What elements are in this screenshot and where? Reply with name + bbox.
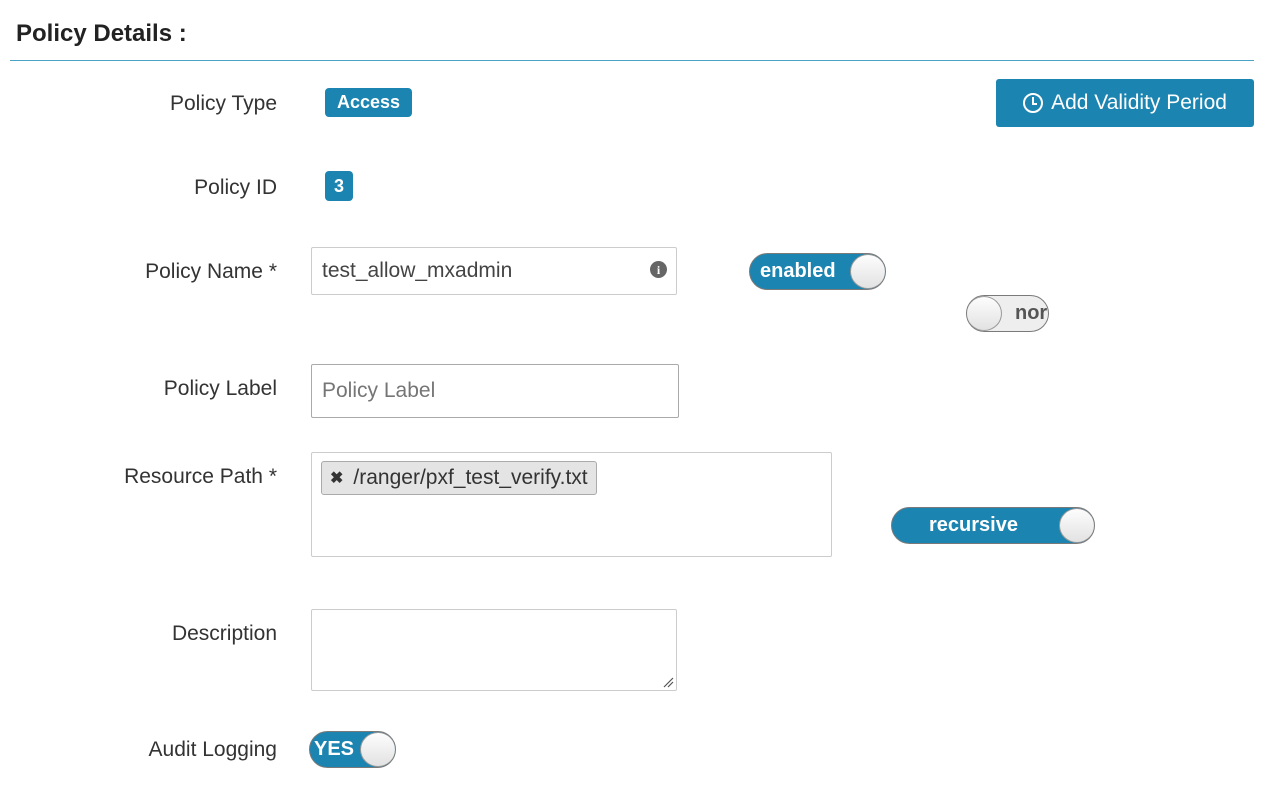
override-toggle-knob: [967, 296, 1002, 331]
section-title: Policy Details :: [16, 20, 187, 47]
audit-logging-toggle[interactable]: YES: [309, 731, 396, 768]
close-icon[interactable]: ✖: [330, 468, 343, 488]
description-label: Description: [171, 622, 277, 645]
add-validity-period-button[interactable]: Add Validity Period: [996, 79, 1254, 127]
policy-id-badge: 3: [325, 171, 353, 201]
recursive-toggle-knob: [1059, 508, 1094, 543]
resource-path-label: Resource Path *: [124, 465, 277, 488]
audit-logging-toggle-label: YES: [314, 738, 355, 760]
override-toggle-label: nor: [1015, 302, 1048, 324]
policy-name-value: test_allow_mxadmin: [322, 259, 513, 282]
policy-name-label: Policy Name *: [145, 260, 277, 283]
audit-logging-toggle-knob: [360, 732, 395, 767]
policy-label-input[interactable]: [311, 364, 679, 418]
recursive-toggle[interactable]: recursive: [891, 507, 1095, 544]
policy-type-label: Policy Type: [170, 92, 277, 115]
recursive-toggle-label: recursive: [929, 514, 1018, 536]
resource-path-tag: ✖ /ranger/pxf_test_verify.txt: [321, 461, 597, 495]
section-divider: [10, 60, 1254, 61]
override-toggle[interactable]: nor: [966, 295, 1049, 332]
resource-path-input[interactable]: ✖ /ranger/pxf_test_verify.txt: [311, 452, 832, 557]
info-icon[interactable]: i: [650, 261, 667, 278]
policy-type-badge: Access: [325, 88, 412, 117]
enabled-toggle-label: enabled: [760, 260, 836, 282]
enabled-toggle[interactable]: enabled: [749, 253, 886, 290]
policy-label-label: Policy Label: [163, 377, 277, 400]
add-validity-period-label: Add Validity Period: [1051, 91, 1227, 114]
audit-logging-label: Audit Logging: [148, 738, 277, 761]
resource-path-tag-label: /ranger/pxf_test_verify.txt: [353, 466, 588, 489]
clock-icon: [1023, 93, 1044, 113]
resize-handle-icon[interactable]: [662, 676, 674, 688]
description-textarea[interactable]: [311, 609, 677, 691]
policy-id-label: Policy ID: [194, 176, 277, 199]
enabled-toggle-knob: [850, 254, 885, 289]
policy-name-input[interactable]: test_allow_mxadmin i: [311, 247, 677, 295]
